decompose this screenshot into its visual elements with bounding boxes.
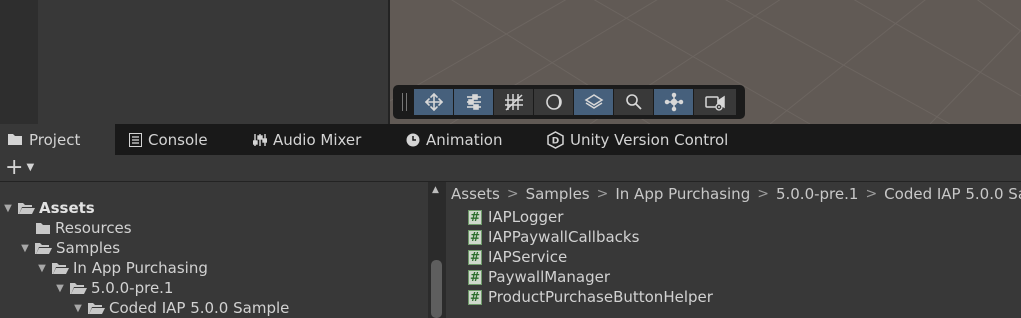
chevron-right-icon: > xyxy=(506,186,519,202)
tree-item-assets[interactable]: ▼ Assets xyxy=(2,198,95,218)
expand-arrow-icon[interactable]: ▼ xyxy=(36,263,48,274)
folder-icon xyxy=(8,134,22,145)
folder-icon xyxy=(36,222,50,234)
folder-tree: ▼ Assets ▼ Resources ▼ Samples ▼ In App … xyxy=(0,182,428,318)
scene-overlay-toolbar xyxy=(393,85,745,119)
hierarchy-panel-top xyxy=(0,0,390,124)
scrollbar-thumb[interactable] xyxy=(431,260,442,318)
tree-item-label: 5.0.0-pre.1 xyxy=(91,279,174,297)
file-name: PaywallManager xyxy=(488,268,610,286)
scroll-up-arrow-icon[interactable]: ▲ xyxy=(432,185,439,195)
tab-label: Unity Version Control xyxy=(570,130,729,149)
breadcrumb-item[interactable]: 5.0.0-pre.1 xyxy=(776,185,858,203)
tab-console[interactable]: Console xyxy=(129,124,208,155)
csharp-script-icon: # xyxy=(468,289,482,305)
sliders-icon xyxy=(466,94,481,110)
file-item-iappaywallcallbacks[interactable]: # IAPPaywallCallbacks xyxy=(468,227,639,247)
file-name: IAPLogger xyxy=(488,208,564,226)
file-item-productpurchasebuttonhelper[interactable]: # ProductPurchaseButtonHelper xyxy=(468,287,713,307)
tree-item-label: Resources xyxy=(55,219,132,237)
chevron-right-icon: > xyxy=(757,186,769,202)
svg-text:D: D xyxy=(552,136,559,146)
tab-label: Animation xyxy=(426,130,503,149)
expand-arrow-icon[interactable]: ▼ xyxy=(54,283,66,294)
folder-open-icon xyxy=(70,282,87,294)
asset-file-list: Assets > Samples > In App Purchasing > 5… xyxy=(446,182,1021,318)
toolbar-grip-handle[interactable] xyxy=(402,93,407,111)
tab-animation[interactable]: Animation xyxy=(406,124,502,155)
chevron-down-icon: ▼ xyxy=(26,162,35,173)
tree-item-coded-iap-sample[interactable]: ▼ Coded IAP 5.0.0 Sample xyxy=(72,298,289,318)
csharp-script-icon: # xyxy=(468,229,482,245)
gizmo-icon xyxy=(664,92,683,112)
csharp-script-icon: # xyxy=(468,269,482,285)
breadcrumb-item[interactable]: Samples xyxy=(526,185,590,203)
breadcrumb: Assets > Samples > In App Purchasing > 5… xyxy=(451,183,1021,205)
tree-item-label: Samples xyxy=(56,239,121,257)
audio-mixer-icon xyxy=(253,133,267,146)
chevron-right-icon: > xyxy=(865,186,878,202)
gizmo-button[interactable] xyxy=(654,89,694,115)
tab-audio-mixer[interactable]: Audio Mixer xyxy=(253,124,361,155)
tree-item-resources[interactable]: ▼ Resources xyxy=(20,218,132,238)
search-icon xyxy=(625,94,642,110)
tab-label: Console xyxy=(148,130,208,149)
tree-item-samples[interactable]: ▼ Samples xyxy=(19,238,120,258)
version-control-icon: D xyxy=(547,130,564,149)
csharp-script-icon: # xyxy=(468,209,482,225)
layers-button[interactable] xyxy=(574,89,614,115)
shading-mode-button[interactable] xyxy=(534,89,574,115)
folder-open-icon xyxy=(88,302,105,314)
tool-settings-button[interactable] xyxy=(454,89,494,115)
tab-project[interactable]: Project xyxy=(0,124,115,155)
tab-unity-version-control[interactable]: D Unity Version Control xyxy=(547,124,728,155)
console-icon xyxy=(129,132,142,147)
move-tool-button[interactable] xyxy=(414,89,454,115)
clock-icon xyxy=(406,133,420,146)
folder-open-icon xyxy=(52,262,69,274)
breadcrumb-item[interactable]: In App Purchasing xyxy=(615,185,750,203)
expand-arrow-icon[interactable]: ▼ xyxy=(72,303,84,314)
project-toolbar: + ▼ xyxy=(0,155,1021,182)
tree-item-in-app-purchasing[interactable]: ▼ In App Purchasing xyxy=(36,258,208,278)
grid-snap-icon xyxy=(504,94,523,111)
csharp-script-icon: # xyxy=(468,249,482,265)
folder-open-icon xyxy=(35,242,52,254)
file-item-paywallmanager[interactable]: # PaywallManager xyxy=(468,267,610,287)
window-tab-bar: Project Console Audio Mixer Animation D xyxy=(0,124,1021,155)
folder-open-icon xyxy=(18,202,35,214)
file-item-iaplogger[interactable]: # IAPLogger xyxy=(468,207,563,227)
tab-label: Project xyxy=(29,130,81,149)
shading-mode-icon xyxy=(545,94,562,110)
tree-item-label: In App Purchasing xyxy=(73,259,208,277)
tree-item-5-0-0-pre-1[interactable]: ▼ 5.0.0-pre.1 xyxy=(54,278,173,298)
expand-arrow-icon[interactable]: ▼ xyxy=(19,243,31,254)
add-label: + xyxy=(5,155,24,180)
file-item-iapservice[interactable]: # IAPService xyxy=(468,247,567,267)
panel-strip xyxy=(0,0,38,124)
breadcrumb-item[interactable]: Coded IAP 5.0.0 Sample xyxy=(884,185,1021,203)
chevron-right-icon: > xyxy=(596,186,609,202)
grid-snap-button[interactable] xyxy=(494,89,534,115)
expand-arrow-icon[interactable]: ▼ xyxy=(2,203,14,214)
file-name: IAPPaywallCallbacks xyxy=(488,228,640,246)
file-name: IAPService xyxy=(488,248,568,266)
add-asset-button[interactable]: + ▼ xyxy=(5,157,34,179)
search-button[interactable] xyxy=(614,89,654,115)
camera-icon xyxy=(705,95,725,111)
tree-item-label: Coded IAP 5.0.0 Sample xyxy=(109,299,290,317)
breadcrumb-item[interactable]: Assets xyxy=(451,185,500,203)
file-name: ProductPurchaseButtonHelper xyxy=(488,288,713,306)
layers-icon xyxy=(584,94,603,109)
move-tool-icon xyxy=(424,92,443,112)
tab-label: Audio Mixer xyxy=(273,130,362,149)
tree-item-label: Assets xyxy=(39,199,95,217)
tree-scrollbar[interactable]: ▲ xyxy=(428,182,446,318)
camera-button[interactable] xyxy=(694,89,736,115)
